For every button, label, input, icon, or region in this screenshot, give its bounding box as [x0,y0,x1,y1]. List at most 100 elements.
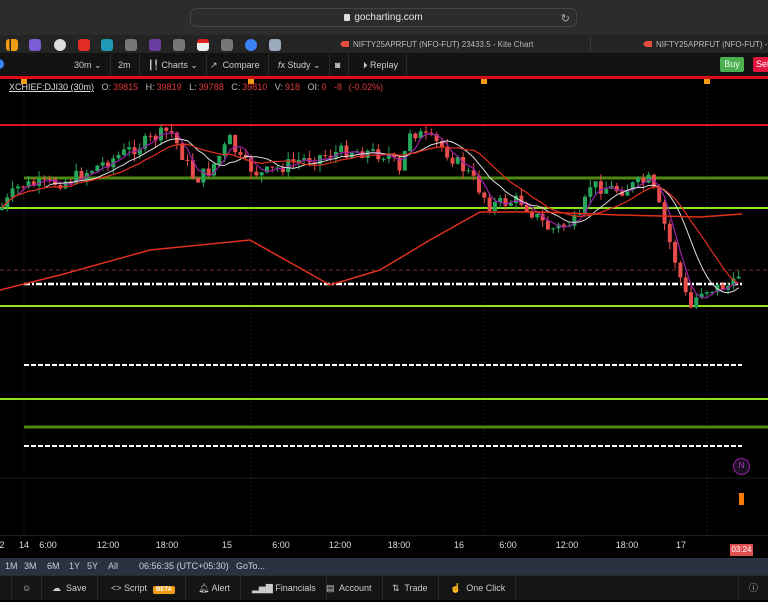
event-marker [704,79,710,84]
range-1y[interactable]: 1Y [69,561,80,571]
candle-body [524,204,529,212]
candle-body [180,143,185,160]
tab-label: NIFTY25APRFUT (NFO-FUT) 23433.5 - Kite C… [353,40,534,49]
symbol-icon[interactable] [0,59,4,69]
range-6m[interactable]: 6M [47,561,60,571]
trade-label: Trade [404,583,428,593]
candle-body [662,202,667,224]
time-label: 6:00 [39,540,57,550]
one-click-button[interactable]: ☝ One Click [440,576,517,600]
save-button[interactable]: ☁ Save [42,576,98,600]
range-3m[interactable]: 3M [24,561,37,571]
account-label: Account [339,583,372,593]
range-all[interactable]: All [108,561,118,571]
account-button[interactable]: ▤ Account [316,576,383,600]
candle-body [561,224,566,227]
candle-body [227,135,232,145]
candle-body [636,177,640,183]
candle-body [148,135,153,137]
event-marker [481,79,487,84]
high-label: H: [145,82,155,92]
close-value: 39810 [242,82,268,92]
google-icon[interactable] [125,39,137,51]
google-icon[interactable] [221,39,233,51]
kite-icon [643,41,652,47]
candle-body [0,207,4,210]
interval-2m-button[interactable]: 2m [110,54,140,76]
bookmark-news-icon[interactable] [197,39,209,51]
youtube-icon[interactable] [78,39,90,51]
time-label: 15 [221,540,233,550]
symbol-name[interactable]: XCHIEF:DJI30 (30m) [9,82,94,92]
bookmark-ci-icon[interactable] [101,39,113,51]
candle-body [736,276,741,279]
compare-button[interactable]: ↗ Compare [202,54,269,76]
chevron-down-icon: ⌄ [94,60,102,70]
theme-button[interactable]: ☺ [12,576,43,600]
tab-bar: NIFTY25APRFUT (NFO-FUT) 23433.5 - Kite C… [0,35,768,68]
study-dropdown[interactable]: fx Study ⌄ [270,54,330,76]
candle-body [482,192,487,198]
tab-kite-chart[interactable]: NIFTY25APRFUT (NFO-FUT) 23433.5 - Kite C… [340,35,533,54]
replay-button[interactable]: ⏵ Replay [355,54,408,76]
indicator-badge[interactable]: N [733,458,750,475]
play-icon: ⏵ [363,60,368,70]
candle-body [47,178,52,180]
study-label: Study [287,60,311,70]
time-label: 16 [453,540,465,550]
alert-button[interactable]: 🔔︎ Alert [188,576,241,600]
bookmark-circle-icon[interactable] [54,39,66,51]
reload-icon[interactable]: ↻ [561,12,570,25]
candles-icon: ┃╿ [148,60,159,70]
price-chart[interactable] [0,78,768,535]
bookmark-tile-icon[interactable] [149,39,161,51]
script-button[interactable]: <> Script BETA [101,576,186,600]
interval-label: 30m [74,60,92,70]
code-icon: <> [111,583,122,593]
help-icon: ⓘ [749,583,759,593]
bookmark-app-icon[interactable] [29,39,41,51]
open-value: 39815 [113,82,139,92]
compare-label: Compare [222,60,260,70]
volume-bar [739,493,744,505]
candle-body [535,213,540,218]
tab-kite-chart-2[interactable]: NIFTY25APRFUT (NFO-FUT) - K [643,35,768,68]
alert-label: Alert [211,583,230,593]
bookmark-chart-icon[interactable] [6,39,18,51]
arrows-updown-icon: ⇅ [392,583,400,593]
candle-body [593,181,598,188]
interval-dropdown[interactable]: 30m ⌄ [66,54,111,76]
change-value: -8 [334,82,343,92]
candle-body [646,174,651,183]
candle-body [694,297,699,308]
volume-label: V: [274,82,283,92]
sell-button[interactable]: Sell [753,57,768,72]
time-label: 17 [675,540,687,550]
bookmark-globe-icon[interactable] [245,39,257,51]
countdown-tag: 03:24 [730,544,753,556]
trade-button[interactable]: ⇅ Trade [382,576,439,600]
candle-body [604,188,609,194]
bookmark-bank-icon[interactable] [269,39,281,51]
candle-body [704,292,709,294]
candle-body [683,277,688,293]
browser-bar: gocharting.com ↻ [0,0,768,35]
candle-body [588,187,593,197]
charts-dropdown[interactable]: ┃╿ Charts ⌄ [140,54,207,76]
financials-button[interactable]: ▂▅▇ Financials [242,576,327,600]
range-1m[interactable]: 1M [5,561,18,571]
clock: 06:56:35 (UTC+05:30) [139,561,229,571]
snapshot-button[interactable]: ◙ [327,54,350,76]
google-icon[interactable] [173,39,185,51]
range-5y[interactable]: 5Y [87,561,98,571]
ma-red-long-line [0,211,743,291]
help-button[interactable]: ⓘ [738,576,768,600]
goto-button[interactable]: GoTo... [236,561,265,571]
candle-body [201,168,206,183]
time-axis[interactable]: 2 14 6:00 12:00 18:00 15 6:00 12:00 18:00 16 6:00 1… [0,535,768,558]
candle-body [450,157,455,164]
buy-button[interactable]: Buy [720,57,744,72]
compare-icon: ↗ [210,60,218,70]
bottom-toolbar: ☺ ☁ Save <> Script BETA 🔔︎ Alert ▂▅▇ Fina… [0,575,768,600]
address-bar[interactable]: gocharting.com ↻ [190,8,577,27]
